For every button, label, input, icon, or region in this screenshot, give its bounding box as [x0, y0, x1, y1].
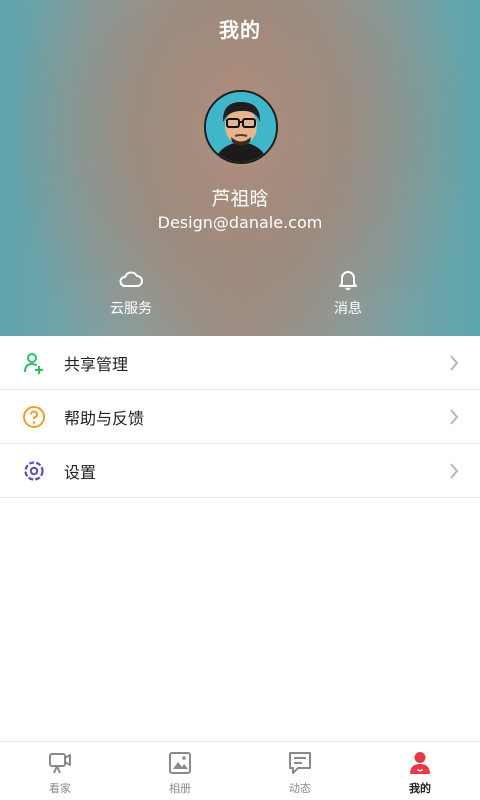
profile-icon: [408, 750, 432, 776]
chevron-right-icon: [448, 461, 460, 481]
messages-label: 消息: [334, 301, 362, 317]
avatar[interactable]: [204, 90, 278, 164]
cloud-icon: [71, 266, 191, 292]
camera-icon: [48, 750, 72, 776]
menu-item-label: 帮助与反馈: [64, 409, 145, 428]
menu-item-share-management[interactable]: 共享管理: [0, 336, 480, 390]
tab-home-watch[interactable]: 看家: [0, 742, 120, 800]
message-icon: [288, 750, 312, 776]
chevron-right-icon: [448, 407, 460, 427]
chevron-right-icon: [448, 353, 460, 373]
menu-list: 共享管理 帮助与反馈 设置: [0, 336, 480, 498]
album-icon: [168, 750, 192, 776]
menu-item-label: 共享管理: [64, 355, 129, 374]
page-title: 我的: [219, 18, 261, 42]
tab-label: 动态: [289, 782, 311, 795]
cloud-service-button[interactable]: 云服务: [71, 266, 191, 326]
username: 芦祖晗: [211, 188, 269, 210]
share-user-icon: [22, 351, 46, 375]
bell-icon: [288, 266, 408, 292]
profile-header: 我的 芦祖晗 Design@danale.com 云服务 消息: [0, 0, 480, 336]
tab-activity[interactable]: 动态: [240, 742, 360, 800]
menu-item-settings[interactable]: 设置: [0, 444, 480, 498]
bottom-tab-bar: 看家 相册 动态 我的: [0, 741, 480, 800]
cloud-service-label: 云服务: [110, 301, 152, 317]
tab-me[interactable]: 我的: [360, 742, 480, 800]
menu-item-help-feedback[interactable]: 帮助与反馈: [0, 390, 480, 444]
tab-album[interactable]: 相册: [120, 742, 240, 800]
messages-button[interactable]: 消息: [288, 266, 408, 326]
tab-label: 我的: [409, 782, 431, 795]
menu-item-label: 设置: [64, 463, 97, 482]
tab-label: 相册: [169, 782, 191, 795]
settings-icon: [22, 459, 46, 483]
user-email: Design@danale.com: [157, 213, 323, 232]
tab-label: 看家: [49, 782, 71, 795]
help-icon: [22, 405, 46, 429]
